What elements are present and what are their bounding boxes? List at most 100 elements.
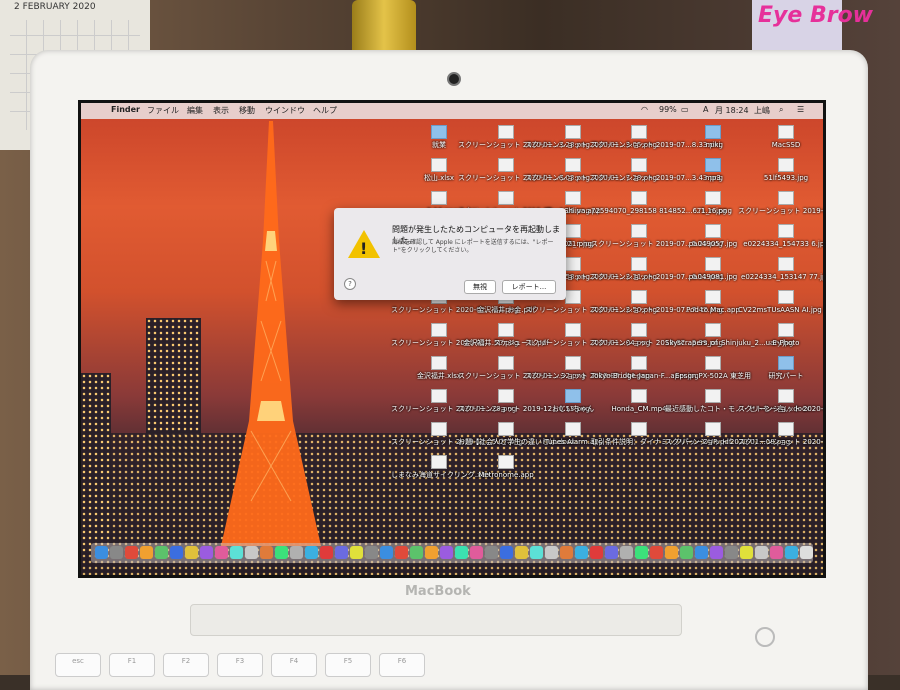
desktop-icon[interactable]: Metronome.app [458,455,554,480]
report-button[interactable]: レポート... [502,280,556,294]
dock-app-icon[interactable] [290,546,303,559]
dock-app-icon[interactable] [395,546,408,559]
dock-app-icon[interactable] [245,546,258,559]
dock-app-icon[interactable] [425,546,438,559]
spotlight-icon[interactable]: ⌕ [779,105,783,115]
dock-app-icon[interactable] [635,546,648,559]
battery-icon[interactable]: ▭ [681,105,689,114]
file-icon [631,125,647,139]
dock-app-icon[interactable] [590,546,603,559]
power-button[interactable] [755,627,775,647]
dock-app-icon[interactable] [455,546,468,559]
menu-help[interactable]: ヘルプ [313,105,337,116]
dock-app-icon[interactable] [740,546,753,559]
file-icon [778,125,794,139]
dock-app-icon[interactable] [485,546,498,559]
input-mode-indicator[interactable]: A [703,105,708,114]
dock-app-icon[interactable] [755,546,768,559]
desktop-icon-label: MacSSD [771,141,801,149]
keyboard-key[interactable]: F3 [217,653,263,677]
desktop-icon[interactable]: e0224334_154733 6.jpg [738,224,823,249]
file-icon [705,356,721,370]
dock-app-icon[interactable] [605,546,618,559]
dock-app-icon[interactable] [770,546,783,559]
dock-app-icon[interactable] [515,546,528,559]
dock-app-icon[interactable] [275,546,288,559]
dock-app-icon[interactable] [365,546,378,559]
menu-clock[interactable]: 月 18:24 [715,105,749,116]
notification-center-icon[interactable]: ☰ [797,105,804,114]
dock-app-icon[interactable] [530,546,543,559]
dock-app-icon[interactable] [335,546,348,559]
file-icon [778,323,794,337]
dock-app-icon[interactable] [350,546,363,559]
desktop-icon-label: スクリーンショット 2020-01...9.33.png [738,405,824,413]
file-icon [778,158,794,172]
desktop-icon[interactable]: スクリーンショット 2020-01...9.36.png [738,422,823,447]
file-icon [565,224,581,238]
desktop-icon[interactable]: MacSSD [738,125,823,150]
menu-finder[interactable]: Finder [111,105,140,114]
menu-window[interactable]: ウインドウ [265,105,305,116]
dock-app-icon[interactable] [110,546,123,559]
menu-user[interactable]: 上嶋 [754,105,770,116]
desktop-icon[interactable]: CV22msTUsAASN AI.jpg large.jpg [738,290,823,315]
file-icon [431,389,447,403]
dock-app-icon[interactable] [410,546,423,559]
keyboard-key[interactable]: esc [55,653,101,677]
desktop-icon[interactable]: スクリーンショット 2019-07...5.04.png [738,191,823,216]
menu-edit[interactable]: 編集 [187,105,203,116]
file-icon [565,125,581,139]
dock-app-icon[interactable] [620,546,633,559]
dock-app-icon[interactable] [680,546,693,559]
dock-app-icon[interactable] [500,546,513,559]
dock-app-icon[interactable] [200,546,213,559]
dock-app-icon[interactable] [560,546,573,559]
keyboard-key[interactable]: F6 [379,653,425,677]
folder-icon [778,356,794,370]
dock-app-icon[interactable] [305,546,318,559]
keyboard-key[interactable]: F2 [163,653,209,677]
dock-app-icon[interactable] [470,546,483,559]
dock-app-icon[interactable] [230,546,243,559]
dock-app-icon[interactable] [650,546,663,559]
ignore-button[interactable]: 無視 [464,280,496,294]
battery-percent[interactable]: 99% [659,105,677,114]
desktop-icon[interactable]: 研究パート [738,356,823,381]
dock-app-icon[interactable] [575,546,588,559]
desktop-icon[interactable]: e0224334_153147 77.jpg [738,257,823,282]
dock-app-icon[interactable] [665,546,678,559]
file-icon [431,455,447,469]
dock-app-icon[interactable] [710,546,723,559]
dock-app-icon[interactable] [440,546,453,559]
file-icon [631,158,647,172]
dock-app-icon[interactable] [725,546,738,559]
dock-app-icon[interactable] [140,546,153,559]
calendar-header: 2 FEBRUARY 2020 [14,2,96,12]
keyboard-key[interactable]: F5 [325,653,371,677]
dock-app-icon[interactable] [215,546,228,559]
dock-app-icon[interactable] [155,546,168,559]
wifi-icon[interactable]: ◠ [641,105,648,114]
dock-app-icon[interactable] [185,546,198,559]
menu-view[interactable]: 表示 [213,105,229,116]
keyboard-key[interactable]: F4 [271,653,317,677]
dock-app-icon[interactable] [785,546,798,559]
dock-app-icon[interactable] [800,546,813,559]
dock-app-icon[interactable] [695,546,708,559]
desktop-icon[interactable]: 51lf5493.jpg [738,158,823,183]
menu-go[interactable]: 移動 [239,105,255,116]
dock-app-icon[interactable] [95,546,108,559]
file-icon [565,191,581,205]
dock-app-icon[interactable] [125,546,138,559]
dock-app-icon[interactable] [320,546,333,559]
menu-file[interactable]: ファイル [147,105,179,116]
keyboard-key[interactable]: F1 [109,653,155,677]
dock-app-icon[interactable] [170,546,183,559]
desktop-icon[interactable]: E-Photo [738,323,823,348]
dock-app-icon[interactable] [545,546,558,559]
desktop-icon[interactable]: スクリーンショット 2020-01...9.33.png [738,389,824,414]
dock-app-icon[interactable] [260,546,273,559]
dock-app-icon[interactable] [380,546,393,559]
help-button[interactable]: ? [344,278,356,290]
